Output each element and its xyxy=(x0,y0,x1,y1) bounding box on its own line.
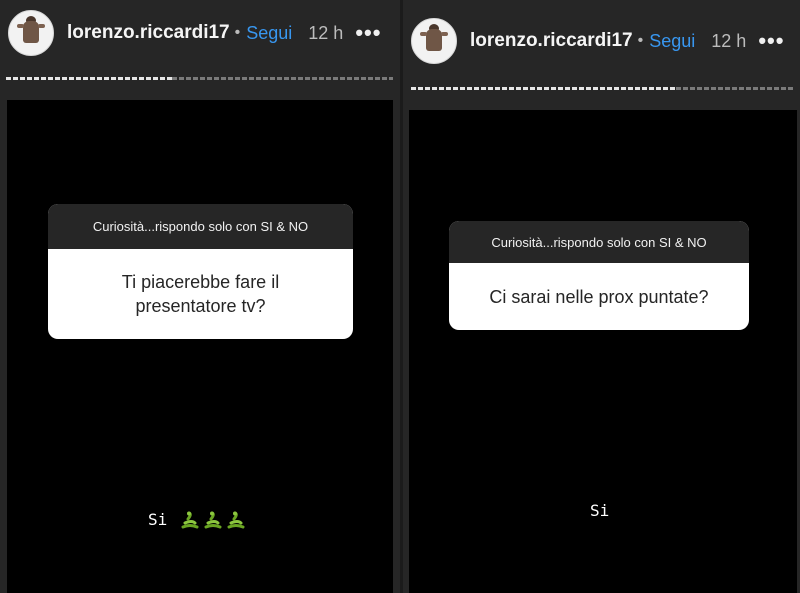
story-panel-right: lorenzo.riccardi17 • Segui 12 h ••• Curi… xyxy=(403,0,800,593)
follow-button[interactable]: Segui xyxy=(649,31,695,52)
more-options-icon[interactable]: ••• xyxy=(758,30,784,52)
story-progress-bar xyxy=(6,77,393,80)
snake-icon xyxy=(180,511,200,529)
question-title: Curiosità...rispondo solo con SI & NO xyxy=(449,221,749,263)
answer-caption: Si xyxy=(590,501,609,520)
story-panel-left: lorenzo.riccardi17 • Segui 12 h ••• Curi… xyxy=(0,0,400,593)
username-link[interactable]: lorenzo.riccardi17 xyxy=(470,30,633,52)
follow-button[interactable]: Segui xyxy=(246,23,292,44)
story-header: lorenzo.riccardi17 • Segui 12 h ••• xyxy=(403,18,800,64)
question-sticker: Curiosità...rispondo solo con SI & NO Ti… xyxy=(48,204,353,339)
story-frame[interactable]: Curiosità...rispondo solo con SI & NO Ci… xyxy=(409,110,797,593)
snake-icon xyxy=(226,511,246,529)
story-progress-bar xyxy=(411,87,795,90)
story-header: lorenzo.riccardi17 • Segui 12 h ••• xyxy=(0,10,400,56)
answer-text: Si xyxy=(148,510,168,529)
progress-remaining xyxy=(172,77,393,80)
question-text: Ti piacerebbe fare il presentatore tv? xyxy=(121,272,280,316)
story-timestamp: 12 h xyxy=(711,30,747,51)
snake-icon xyxy=(203,511,223,529)
story-timestamp: 12 h xyxy=(308,22,344,43)
user-avatar[interactable] xyxy=(8,10,54,56)
answer-text: Si xyxy=(590,501,610,520)
story-frame[interactable]: Curiosità...rispondo solo con SI & NO Ti… xyxy=(7,100,393,593)
emoji-group xyxy=(177,511,246,529)
answer-caption: Si xyxy=(148,510,246,529)
question-text: Ci sarai nelle prox puntate? xyxy=(489,286,709,307)
progress-viewed xyxy=(6,77,173,80)
more-options-icon[interactable]: ••• xyxy=(355,22,381,44)
user-avatar[interactable] xyxy=(411,18,457,64)
question-sticker: Curiosità...rispondo solo con SI & NO Ci… xyxy=(449,221,749,330)
username-link[interactable]: lorenzo.riccardi17 xyxy=(67,22,230,44)
progress-remaining xyxy=(675,87,795,90)
progress-viewed xyxy=(411,87,676,90)
separator-dot: • xyxy=(637,32,644,49)
question-title: Curiosità...rispondo solo con SI & NO xyxy=(48,204,353,249)
separator-dot: • xyxy=(234,24,241,41)
